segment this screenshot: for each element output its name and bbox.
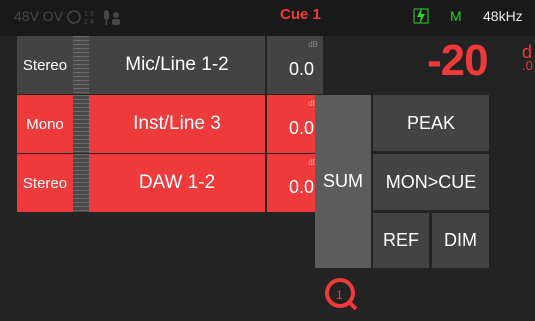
cue-badge-number: 1: [336, 288, 343, 302]
mode-indicator: M: [450, 8, 462, 24]
sample-rate: 48kHz: [483, 8, 523, 24]
channel-name[interactable]: DAW 1-2: [89, 154, 265, 212]
channel-mode[interactable]: Mono: [17, 95, 73, 153]
channel-meter: [73, 36, 89, 94]
cue-label: Cue 1: [280, 6, 321, 23]
gain-value: 0.0: [288, 118, 314, 138]
input-routing-icon: 1 3 2 4: [67, 10, 120, 26]
svg-text:2 4: 2 4: [84, 19, 94, 26]
dim-button[interactable]: DIM: [432, 213, 489, 268]
cue-icon[interactable]: 1: [323, 276, 359, 312]
monitor-level-suffix: d .0: [522, 43, 533, 73]
ref-button[interactable]: REF: [373, 213, 429, 268]
status-bar: 48V OV 1 3 2 4 Cue 1 M 48kHz: [0, 0, 535, 36]
monitor-level[interactable]: -20: [427, 36, 489, 86]
gain-unit: dB: [308, 40, 318, 49]
channel-mode[interactable]: Stereo: [17, 36, 73, 94]
phantom-status: 48V OV: [14, 8, 64, 24]
mon-cue-button[interactable]: MON>CUE: [373, 154, 489, 210]
channel-name[interactable]: Mic/Line 1-2: [89, 36, 265, 94]
peak-button[interactable]: PEAK: [373, 95, 489, 151]
channel-meter: [73, 95, 89, 153]
svg-text:1 3: 1 3: [84, 11, 94, 18]
gain-value: 0.0: [288, 59, 314, 79]
input-status-icons: 1 3 2 4: [66, 6, 126, 33]
gain-value: 0.0: [288, 177, 314, 197]
channel-gain[interactable]: dB 0.0: [267, 36, 323, 94]
channel-mode[interactable]: Stereo: [17, 154, 73, 212]
channel-meter: [73, 154, 89, 212]
monitor-level-decimal: .0: [522, 58, 533, 73]
power-bolt-icon: [413, 6, 429, 31]
channel-name[interactable]: Inst/Line 3: [89, 95, 265, 153]
sum-button[interactable]: SUM: [315, 95, 371, 268]
